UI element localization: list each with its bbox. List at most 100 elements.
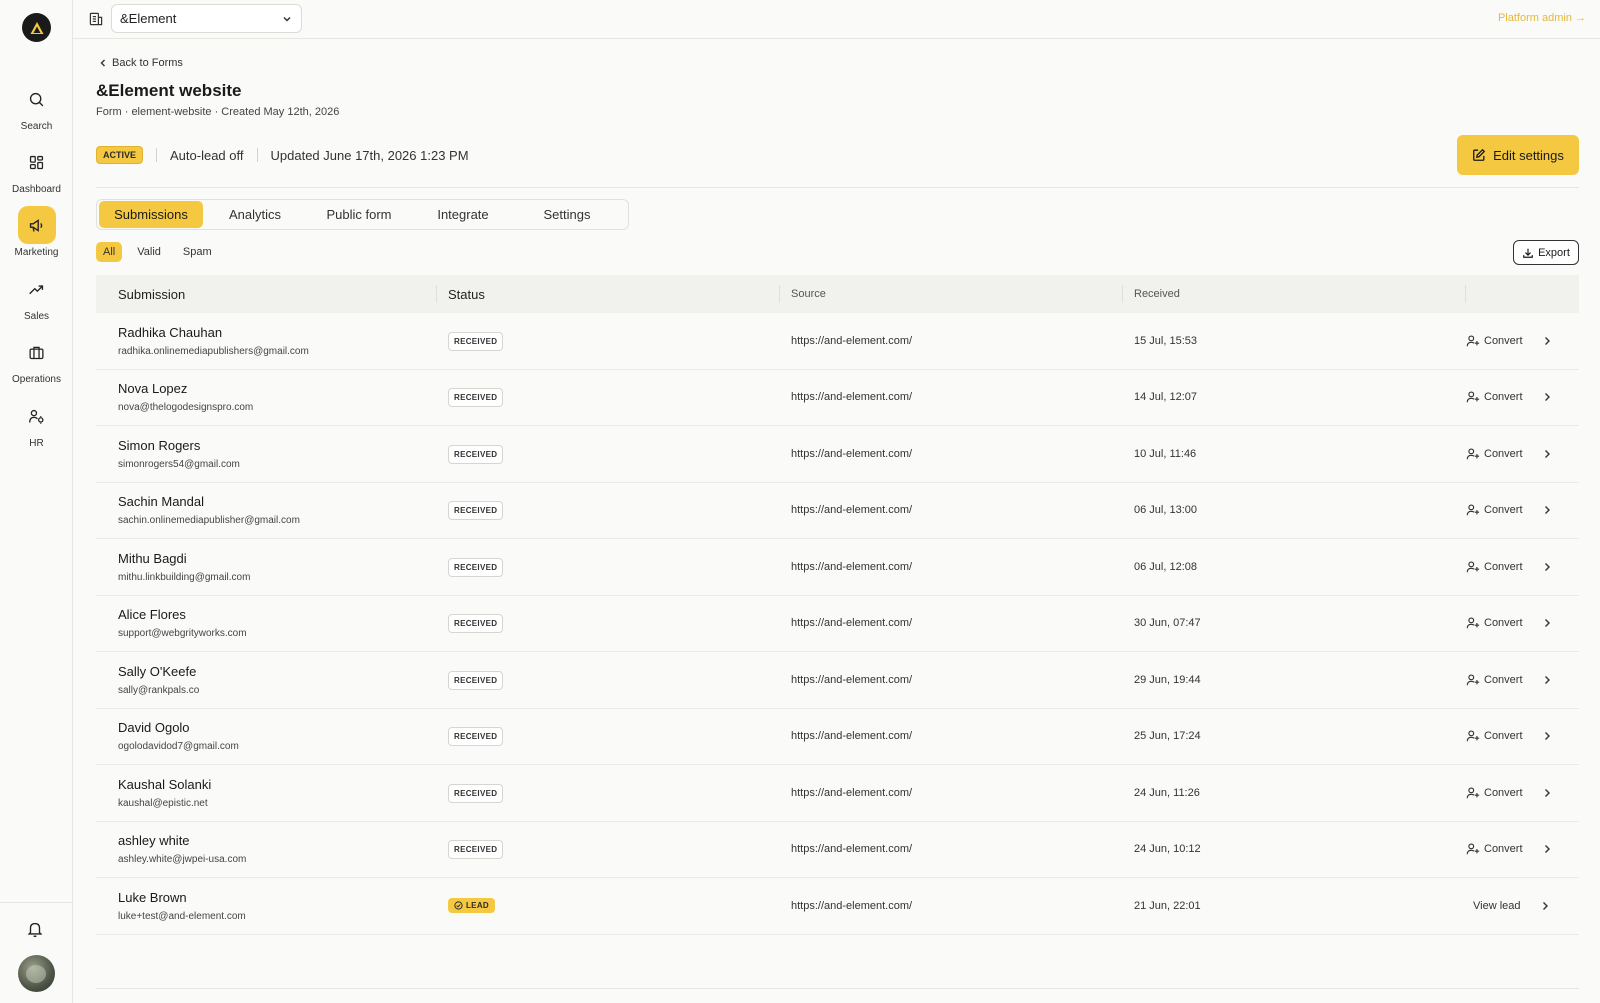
source-url: https://and-element.com/ — [791, 843, 913, 856]
tab-submissions[interactable]: Submissions — [99, 201, 203, 228]
view-lead-button[interactable]: View lead — [1466, 900, 1579, 912]
submission-cell: Nova Lopez nova@thelogodesignspro.com — [96, 381, 437, 413]
tab-analytics[interactable]: Analytics — [203, 201, 307, 228]
back-label: Back to Forms — [112, 57, 183, 69]
table-row[interactable]: Radhika Chauhan radhika.onlinemediapubli… — [96, 313, 1579, 370]
edit-settings-button[interactable]: Edit settings — [1457, 135, 1579, 175]
convert-button[interactable]: Convert — [1466, 786, 1579, 800]
nav-item-dashboard[interactable]: Dashboard — [0, 143, 73, 195]
megaphone-icon — [17, 206, 56, 244]
source-url: https://and-element.com/ — [791, 899, 913, 912]
table-row[interactable]: Sachin Mandal sachin.onlinemediapublishe… — [96, 482, 1579, 539]
nav-item-operations[interactable]: Operations — [0, 333, 73, 385]
convert-button[interactable]: Convert — [1466, 729, 1579, 743]
nav-item-marketing[interactable]: Marketing — [0, 206, 73, 258]
org-select[interactable]: &Element — [111, 4, 302, 33]
status-badge: ACTIVE — [96, 146, 144, 164]
sidebar: Search Dashboard Marketing Sales Operati… — [0, 0, 73, 1003]
chevron-right-icon — [1544, 788, 1550, 797]
submitter-email: sally@rankpals.co — [118, 684, 200, 696]
received-timestamp: 29 Jun, 19:44 — [1134, 673, 1201, 686]
export-button[interactable]: Export — [1513, 240, 1579, 265]
meta-separator — [256, 148, 258, 162]
convert-button[interactable]: Convert — [1466, 447, 1579, 461]
convert-button[interactable]: Convert — [1466, 616, 1579, 630]
tab-public-form[interactable]: Public form — [307, 201, 411, 228]
source-url: https://and-element.com/ — [791, 730, 913, 743]
table-row[interactable]: Luke Brown luke+test@and-element.com LEA… — [96, 878, 1579, 935]
table-row[interactable]: Kaushal Solanki kaushal@epistic.net RECE… — [96, 765, 1579, 822]
filter-spam[interactable]: Spam — [176, 242, 219, 262]
chevron-right-icon — [1544, 506, 1550, 515]
submitter-name: Nova Lopez — [118, 381, 188, 397]
table-row[interactable]: Nova Lopez nova@thelogodesignspro.com RE… — [96, 369, 1579, 426]
received-badge: RECEIVED — [448, 670, 504, 690]
table-row[interactable]: Alice Flores support@webgrityworks.com R… — [96, 595, 1579, 652]
nav-label-sales: Sales — [23, 311, 49, 322]
status-cell: RECEIVED — [437, 387, 780, 408]
action-label: Convert — [1484, 786, 1523, 799]
convert-button[interactable]: Convert — [1466, 503, 1579, 517]
org-select-value: &Element — [120, 11, 177, 26]
submission-cell: Luke Brown luke+test@and-element.com — [96, 890, 437, 922]
app-logo[interactable] — [22, 13, 51, 42]
submission-cell: Radhika Chauhan radhika.onlinemediapubli… — [96, 325, 437, 357]
platform-admin-link[interactable]: Platform admin → — [1498, 12, 1586, 24]
trend-icon — [18, 270, 56, 308]
convert-button[interactable]: Convert — [1466, 673, 1579, 687]
table-row[interactable]: Mithu Bagdi mithu.linkbuilding@gmail.com… — [96, 539, 1579, 596]
action-label: Convert — [1484, 391, 1523, 404]
nav-item-search[interactable]: Search — [0, 80, 73, 132]
back-to-forms-link[interactable]: Back to Forms — [98, 57, 183, 69]
user-plus-icon — [1466, 730, 1480, 742]
nav-label-search: Search — [20, 121, 53, 132]
received-timestamp: 21 Jun, 22:01 — [1134, 899, 1201, 912]
filter-valid[interactable]: Valid — [130, 242, 168, 262]
submitter-email: support@webgrityworks.com — [118, 628, 247, 640]
tab-settings[interactable]: Settings — [515, 201, 619, 228]
table-row[interactable]: Sally O'Keefe sally@rankpals.co RECEIVED… — [96, 652, 1579, 709]
status-cell: RECEIVED — [437, 500, 780, 521]
source-url: https://and-element.com/ — [791, 504, 913, 517]
submitter-email: radhika.onlinemediapublishers@gmail.com — [118, 345, 309, 357]
tab-integrate[interactable]: Integrate — [411, 201, 515, 228]
action-label: Convert — [1484, 504, 1523, 517]
column-header-received[interactable]: Received — [1123, 275, 1466, 313]
convert-button[interactable]: Convert — [1466, 560, 1579, 574]
table-row[interactable]: Simon Rogers simonrogers54@gmail.com REC… — [96, 426, 1579, 483]
convert-button[interactable]: Convert — [1466, 334, 1579, 348]
convert-button[interactable]: Convert — [1466, 842, 1579, 856]
submitter-name: Radhika Chauhan — [118, 324, 223, 340]
submitter-name: Kaushal Solanki — [118, 776, 212, 792]
filter-all[interactable]: All — [96, 242, 123, 262]
meta-row: ACTIVE Auto-lead off Updated June 17th, … — [96, 146, 469, 164]
table-row[interactable]: David Ogolo ogolodavidod7@gmail.com RECE… — [96, 708, 1579, 765]
column-header-source[interactable]: Source — [780, 275, 1123, 313]
convert-button[interactable]: Convert — [1466, 390, 1579, 404]
nav-item-sales[interactable]: Sales — [0, 270, 73, 322]
topbar: &Element Platform admin → — [73, 0, 1600, 39]
received-badge: RECEIVED — [448, 388, 504, 408]
chevron-right-icon — [1544, 732, 1550, 741]
chevron-right-icon — [1544, 562, 1550, 571]
avatar[interactable] — [18, 955, 55, 992]
nav-item-hr[interactable]: HR — [0, 397, 73, 449]
table-body: Radhika Chauhan radhika.onlinemediapubli… — [96, 313, 1579, 935]
received-timestamp: 24 Jun, 11:26 — [1134, 786, 1200, 799]
status-cell: LEAD — [437, 897, 780, 915]
chevron-right-icon — [1544, 619, 1550, 628]
submitter-name: ashley white — [118, 833, 190, 849]
column-header-submission[interactable]: Submission — [96, 275, 437, 313]
lead-badge: LEAD — [448, 897, 495, 913]
submitter-email: simonrogers54@gmail.com — [118, 458, 240, 470]
submitter-name: Sally O'Keefe — [118, 663, 197, 679]
table-row[interactable]: ashley white ashley.white@jwpei-usa.com … — [96, 821, 1579, 878]
submitter-name: Luke Brown — [118, 889, 187, 905]
submitter-email: luke+test@and-element.com — [118, 910, 246, 922]
table-footer-divider — [96, 988, 1579, 989]
chevron-right-icon — [1544, 393, 1550, 402]
column-header-status[interactable]: Status — [437, 275, 780, 313]
bell-icon[interactable] — [26, 920, 46, 940]
download-icon — [1523, 248, 1533, 258]
source-url: https://and-element.com/ — [791, 334, 913, 347]
